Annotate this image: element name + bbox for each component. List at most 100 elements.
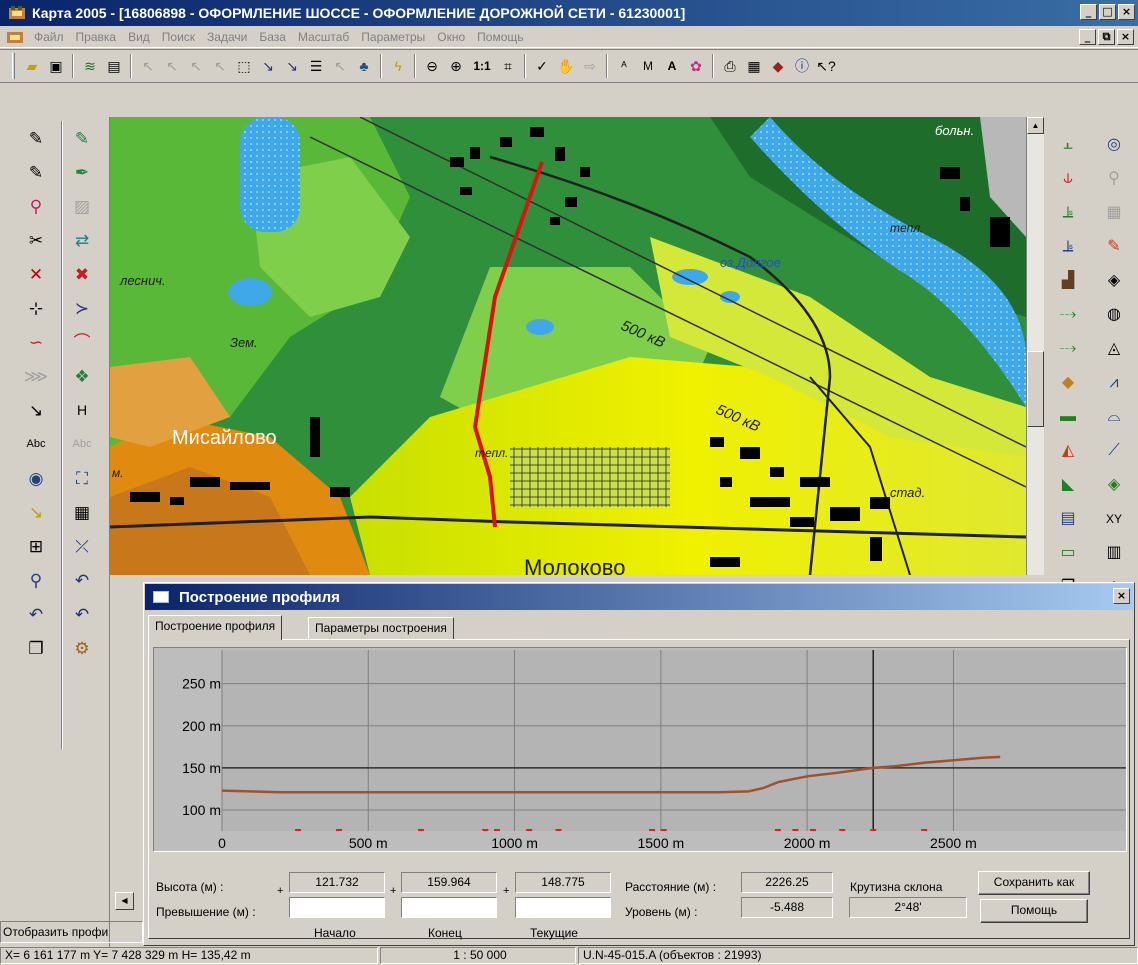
menu-database[interactable]: База [253, 30, 292, 44]
coords-list-icon[interactable]: ▥ [1099, 539, 1129, 567]
undo-icon[interactable]: ↶ [66, 599, 98, 629]
profile-chart-canvas[interactable]: 100 m 150 m 200 m 250 m 0 500 m 1000 m 1500 m 20… [154, 648, 1126, 851]
fill-icon[interactable]: ↘ [20, 497, 52, 527]
object-properties-icon[interactable]: ♣ [353, 55, 375, 77]
info-icon[interactable]: ⓘ [791, 55, 813, 77]
map-view[interactable]: больн. тепл. оз.Долгое леснич. Зем. 500 … [110, 117, 1026, 575]
tab-build-parameters[interactable]: Параметры построения [308, 617, 454, 639]
tools-icon[interactable]: ⚙ [66, 633, 98, 663]
cross-section-icon[interactable]: ▬ [1053, 403, 1083, 431]
menu-scale[interactable]: Масштаб [292, 30, 355, 44]
menu-help[interactable]: Помощь [471, 30, 529, 44]
excess-start-input[interactable] [289, 897, 385, 918]
draw-line-icon[interactable]: ✎ [66, 123, 98, 153]
excess-end-input[interactable] [401, 897, 497, 918]
select-frame-icon[interactable]: ⬚ [233, 55, 255, 77]
book-icon[interactable]: ◆ [767, 55, 789, 77]
menu-search[interactable]: Поиск [156, 30, 201, 44]
scroll-left-arrow-icon[interactable]: ◀ [115, 892, 134, 910]
legend-icon[interactable]: ▦ [743, 55, 765, 77]
menu-file[interactable]: Файл [28, 30, 70, 44]
add-point-icon[interactable]: ⊹ [20, 293, 52, 323]
redraw-icon[interactable]: ⇨ [579, 55, 601, 77]
surface-icon[interactable]: ◬ [1099, 335, 1129, 363]
tab-build-profile[interactable]: Построение профиля [148, 615, 283, 640]
relief-3d-icon[interactable]: ◆ [1053, 369, 1083, 397]
dialog-title-bar[interactable]: Построение профиля × [145, 584, 1133, 610]
edit-pen-icon[interactable]: ✒ [66, 157, 98, 187]
model-3d-icon[interactable]: ◈ [1099, 471, 1129, 499]
text-frame-icon[interactable]: A [661, 55, 683, 77]
toolbar-grip[interactable] [12, 53, 15, 79]
xyh-icon[interactable]: XY [1099, 505, 1129, 533]
select-query-icon[interactable]: ↘ [281, 55, 303, 77]
dotted-select-icon[interactable]: ⛶ [66, 463, 98, 493]
select-plus-icon[interactable]: ↘ [257, 55, 279, 77]
lightning-icon[interactable]: ϟ [387, 55, 409, 77]
report-icon[interactable]: ▤ [1053, 505, 1083, 533]
terrain-bars-icon[interactable]: ▟ [1053, 267, 1083, 295]
hatch-icon[interactable]: ▨ [66, 191, 98, 221]
draw-query-icon[interactable]: ✎ [20, 157, 52, 187]
map-vertical-scrollbar[interactable]: ▲ [1026, 117, 1044, 575]
maximize-button[interactable]: □ [1099, 4, 1116, 20]
layer-3d-icon[interactable]: ◈ [1099, 267, 1129, 295]
scroll-up-arrow-icon[interactable]: ▲ [1027, 117, 1044, 134]
menu-view[interactable]: Вид [122, 30, 156, 44]
slope-arrow-icon[interactable]: ⤏ [1053, 301, 1083, 329]
search-add-icon[interactable]: ⚲ [20, 565, 52, 595]
volume-icon[interactable]: ◭ [1053, 437, 1083, 465]
measure-icon[interactable]: ⤫ [66, 531, 98, 561]
scale-1-1-button[interactable]: 1:1 [469, 55, 495, 77]
menu-tasks[interactable]: Задачи [201, 30, 253, 44]
help-button[interactable]: Помощь [980, 899, 1088, 923]
height-tool-icon[interactable]: H [66, 395, 98, 425]
triangulation-icon[interactable]: ⟋ [1099, 437, 1129, 465]
extend-line-icon[interactable]: ≻ [66, 293, 98, 323]
zone-icon[interactable]: ◣ [1053, 471, 1083, 499]
select-cancel-icon[interactable]: ↖ [209, 55, 231, 77]
contour-icon[interactable]: ◍ [1099, 301, 1129, 329]
grid-table-icon[interactable]: ▦ [1099, 199, 1129, 227]
mdi-minimize-button[interactable]: _ [1079, 29, 1096, 45]
search-object-icon[interactable]: ⚲ [1099, 165, 1129, 193]
smooth-curve-icon[interactable]: ⌒ [66, 327, 98, 357]
window-title-bar[interactable]: Карта 2005 - [16806898 - ОФОРМЛЕНИЕ ШОСС… [0, 0, 1138, 26]
circle-tool-icon[interactable]: ◉ [20, 463, 52, 493]
save-as-button[interactable]: Сохранить как [978, 871, 1090, 895]
select-remove-icon[interactable]: ↖ [185, 55, 207, 77]
text-abc-disabled-icon[interactable]: Abc [66, 429, 98, 459]
menu-edit[interactable]: Правка [70, 30, 123, 44]
select-add-icon[interactable]: ↖ [161, 55, 183, 77]
profile-tool-icon[interactable]: ⫠ [1053, 131, 1083, 159]
profile-compare-icon[interactable]: ⫡ [1053, 233, 1083, 261]
print-icon[interactable]: ⎙ [719, 55, 741, 77]
grid-icon[interactable]: ⊞ [20, 531, 52, 561]
select-object-icon[interactable]: ↖ [137, 55, 159, 77]
minimize-button[interactable]: _ [1080, 4, 1097, 20]
profile-sections-icon[interactable]: ⫝ [1053, 165, 1083, 193]
select-grid-icon[interactable]: ▦ [66, 497, 98, 527]
context-help-icon[interactable]: ↖? [815, 55, 837, 77]
text-label-icon[interactable]: ᴬ [613, 55, 635, 77]
profile-chart[interactable]: 100 m 150 m 200 m 250 m 0 500 m 1000 m 1500 m 20… [153, 647, 1127, 852]
close-button[interactable]: × [1118, 4, 1135, 20]
draw-object-icon[interactable]: ✎ [20, 123, 52, 153]
level-icon[interactable]: ▭ [1053, 539, 1083, 567]
object-list-icon[interactable]: ☰ [305, 55, 327, 77]
join-icon[interactable]: ⋙ [20, 361, 52, 391]
checkmark-icon[interactable]: ✓ [531, 55, 553, 77]
visibility-icon[interactable]: ⩘ [1099, 369, 1129, 397]
undo-list-icon[interactable]: ↶ [20, 599, 52, 629]
layer-list-icon[interactable]: ▤ [103, 55, 125, 77]
curve-icon[interactable]: ∽ [20, 327, 52, 357]
text-edit-icon[interactable]: M [637, 55, 659, 77]
bridge-icon[interactable]: ⌓ [1099, 403, 1129, 431]
map-canvas[interactable]: больн. тепл. оз.Долгое леснич. Зем. 500 … [110, 117, 1026, 575]
select-label-icon[interactable]: ↘ [20, 395, 52, 425]
profile-table-icon[interactable]: ⤏ [1053, 335, 1083, 363]
windows-icon[interactable]: ❐ [20, 633, 52, 663]
cut-object-icon[interactable]: ✂ [20, 225, 52, 255]
delete-object-icon[interactable]: ✕ [20, 259, 52, 289]
zoom-out-icon[interactable]: ⊖ [421, 55, 443, 77]
